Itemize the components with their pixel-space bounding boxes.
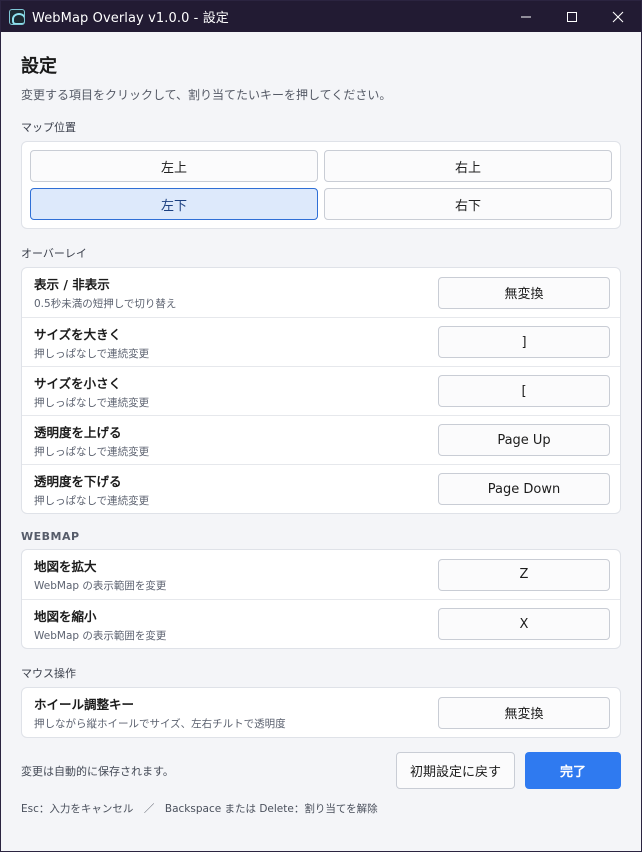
setting-subtitle: 押しっぱなしで連続変更 [34, 347, 150, 360]
setting-title: サイズを大きく [34, 326, 122, 342]
settings-content: 設定 変更する項目をクリックして、割り当てたいキーを押してください。 マップ位置… [1, 52, 641, 816]
setting-row-text: 透明度を上げる 押しっぱなしで連続変更 [34, 422, 438, 459]
setting-subtitle: WebMap の表示範囲を変更 [34, 580, 167, 592]
size-up-key-button[interactable]: ] [438, 326, 610, 358]
position-top-right-button[interactable]: 右上 [324, 150, 612, 182]
zoom-in-key-button[interactable]: Z [438, 558, 610, 591]
position-bottom-left-button[interactable]: 左下 [30, 188, 318, 220]
setting-title: 透明度を下げる [34, 473, 122, 489]
setting-row-zoom-out: 地図を縮小 WebMap の表示範囲を変更 X [22, 599, 620, 648]
setting-subtitle: 押しっぱなしで連続変更 [34, 445, 150, 458]
webmap-panel: 地図を拡大 WebMap の表示範囲を変更 Z 地図を縮小 WebMap の表示… [21, 549, 621, 649]
setting-row-text: ホイール調整キー 押しながら縦ホイールでサイズ、左右チルトで透明度 [34, 694, 438, 731]
toggle-key-button[interactable]: 無変換 [438, 276, 610, 309]
setting-row-text: 透明度を下げる 押しっぱなしで連続変更 [34, 471, 438, 508]
window-title: WebMap Overlay v1.0.0 - 設定 [32, 11, 229, 26]
keyboard-hint: Esc：入力をキャンセル ／ Backspace または Delete：割り当て… [21, 803, 378, 815]
position-top-left-button[interactable]: 左上 [30, 150, 318, 182]
setting-row-text: サイズを大きく 押しっぱなしで連続変更 [34, 324, 438, 361]
minimize-button[interactable] [503, 1, 549, 32]
setting-title: 表示 / 非表示 [34, 277, 110, 292]
wheel-modifier-key-button[interactable]: 無変換 [438, 696, 610, 729]
maximize-button[interactable] [549, 1, 595, 32]
section-label-map-position: マップ位置 [21, 121, 76, 134]
position-bottom-right-button[interactable]: 右下 [324, 188, 612, 220]
setting-row-size-up: サイズを大きく 押しっぱなしで連続変更 ] [22, 317, 620, 366]
close-icon [612, 11, 624, 22]
autosave-note: 変更は自動的に保存されます。 [21, 764, 174, 778]
setting-subtitle: 0.5秒未満の短押しで切り替え [34, 298, 177, 310]
setting-row-text: 地図を縮小 WebMap の表示範囲を変更 [34, 606, 438, 643]
maximize-icon [567, 11, 577, 22]
section-label-overlay: オーバーレイ [21, 247, 87, 260]
setting-title: 透明度を上げる [34, 424, 122, 440]
size-down-key-button[interactable]: [ [438, 375, 610, 407]
page-description: 変更する項目をクリックして、割り当てたいキーを押してください。 [21, 88, 392, 102]
setting-row-opacity-down: 透明度を下げる 押しっぱなしで連続変更 Page Down [22, 464, 620, 513]
overlay-panel: 表示 / 非表示 0.5秒未満の短押しで切り替え 無変換 サイズを大きく 押しっ… [21, 267, 621, 514]
setting-row-size-down: サイズを小さく 押しっぱなしで連続変更 [ [22, 366, 620, 415]
setting-row-text: 地図を拡大 WebMap の表示範囲を変更 [34, 556, 438, 593]
setting-row-text: サイズを小さく 押しっぱなしで連続変更 [34, 373, 438, 410]
reset-defaults-button[interactable]: 初期設定に戻す [396, 752, 515, 789]
setting-subtitle: 押しながら縦ホイールでサイズ、左右チルトで透明度 [34, 718, 286, 730]
app-icon [9, 8, 25, 25]
setting-subtitle: WebMap の表示範囲を変更 [34, 629, 167, 642]
opacity-up-key-button[interactable]: Page Up [438, 424, 610, 456]
setting-title: 地図を拡大 [34, 559, 97, 574]
setting-row-zoom-in: 地図を拡大 WebMap の表示範囲を変更 Z [22, 550, 620, 599]
minimize-icon [521, 16, 531, 17]
settings-window: WebMap Overlay v1.0.0 - 設定 設定 変更する項目をクリッ… [0, 0, 642, 852]
setting-title: サイズを小さく [34, 375, 122, 391]
opacity-down-key-button[interactable]: Page Down [438, 473, 610, 505]
window-controls [503, 1, 641, 32]
map-position-panel: 左上 右上 左下 右下 [21, 141, 621, 229]
setting-row-opacity-up: 透明度を上げる 押しっぱなしで連続変更 Page Up [22, 415, 620, 464]
title-bar[interactable]: WebMap Overlay v1.0.0 - 設定 [1, 1, 641, 32]
setting-row-toggle: 表示 / 非表示 0.5秒未満の短押しで切り替え 無変換 [22, 268, 620, 317]
page-title: 設定 [21, 56, 57, 77]
map-position-grid: 左上 右上 左下 右下 [22, 142, 620, 228]
done-button[interactable]: 完了 [525, 752, 621, 789]
setting-row-wheel-modifier: ホイール調整キー 押しながら縦ホイールでサイズ、左右チルトで透明度 無変換 [22, 688, 620, 737]
zoom-out-key-button[interactable]: X [438, 608, 610, 640]
section-label-mouse: マウス操作 [21, 667, 76, 680]
section-label-webmap: WEBMAP [21, 530, 80, 543]
setting-title: ホイール調整キー [34, 697, 135, 712]
setting-subtitle: 押しっぱなしで連続変更 [34, 396, 150, 409]
mouse-panel: ホイール調整キー 押しながら縦ホイールでサイズ、左右チルトで透明度 無変換 [21, 687, 621, 738]
setting-row-text: 表示 / 非表示 0.5秒未満の短押しで切り替え [34, 274, 438, 311]
footer: 変更は自動的に保存されます。 初期設定に戻す 完了 [21, 752, 621, 789]
setting-title: 地図を縮小 [34, 608, 97, 624]
setting-subtitle: 押しっぱなしで連続変更 [34, 494, 150, 507]
close-button[interactable] [595, 1, 641, 32]
